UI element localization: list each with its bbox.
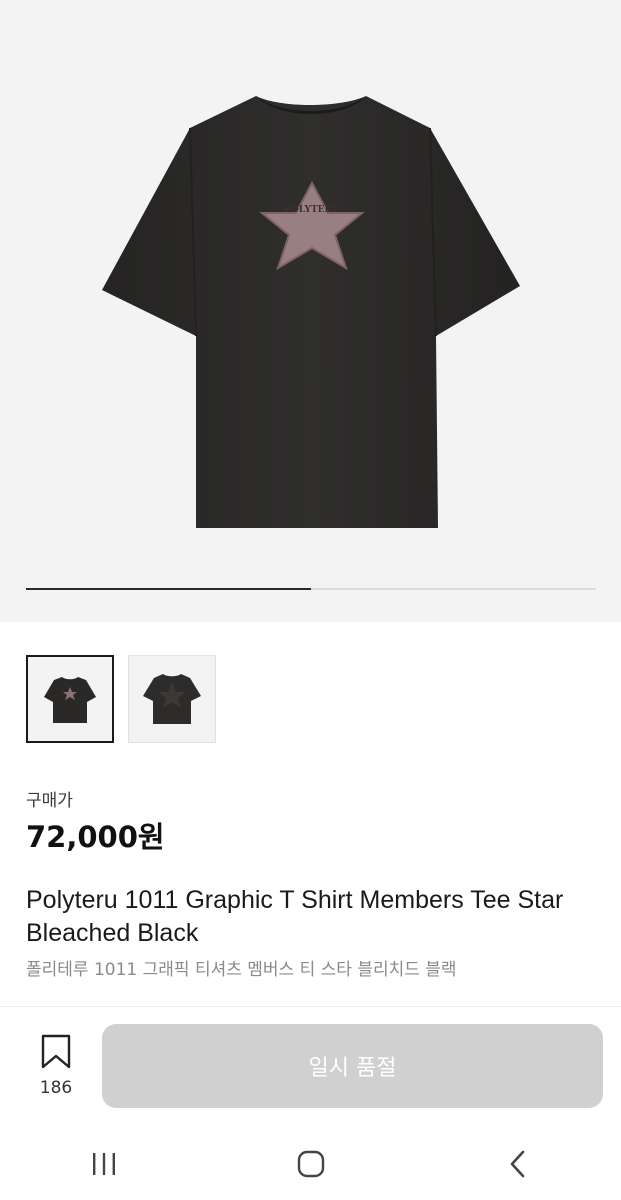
print-text: POLYTERU bbox=[284, 205, 340, 215]
divider bbox=[0, 1006, 621, 1007]
thumbnail-strip bbox=[26, 655, 216, 743]
recent-apps-icon bbox=[92, 1153, 115, 1175]
price-label: 구매가 bbox=[26, 791, 73, 811]
bookmark-button[interactable]: 186 bbox=[28, 1034, 84, 1098]
bookmark-count: 186 bbox=[39, 1078, 73, 1098]
home-icon bbox=[297, 1150, 324, 1178]
recent-apps-button[interactable] bbox=[74, 1144, 134, 1184]
product-title: Polyteru 1011 Graphic T Shirt Members Te… bbox=[26, 886, 564, 947]
product-detail-screen: POLYTERU 구매가 72,000원 Polyteru 1011 Graph… bbox=[0, 0, 621, 1200]
tshirt-front-image: POLYTERU bbox=[102, 96, 520, 528]
home-button[interactable] bbox=[281, 1144, 341, 1184]
product-image-carousel[interactable]: POLYTERU bbox=[0, 0, 621, 622]
image-slider-progress bbox=[26, 588, 311, 590]
product-subtitle-korean: 폴리테루 1011 그래픽 티셔츠 멤버스 티 스타 블리치드 블랙 bbox=[26, 960, 457, 980]
thumbnail-2[interactable] bbox=[128, 655, 216, 743]
tshirt-thumbnail-image bbox=[44, 677, 96, 723]
tshirt-back-thumbnail-image bbox=[143, 674, 201, 724]
image-slider-track bbox=[26, 588, 596, 590]
back-icon bbox=[510, 1150, 524, 1178]
system-nav-bar bbox=[0, 1128, 621, 1200]
price-value: 72,000원 bbox=[26, 820, 165, 854]
back-button[interactable] bbox=[488, 1144, 548, 1184]
bookmark-icon bbox=[41, 1034, 71, 1069]
thumbnail-1[interactable] bbox=[26, 655, 114, 743]
soldout-button[interactable]: 일시 품절 bbox=[102, 1024, 603, 1108]
